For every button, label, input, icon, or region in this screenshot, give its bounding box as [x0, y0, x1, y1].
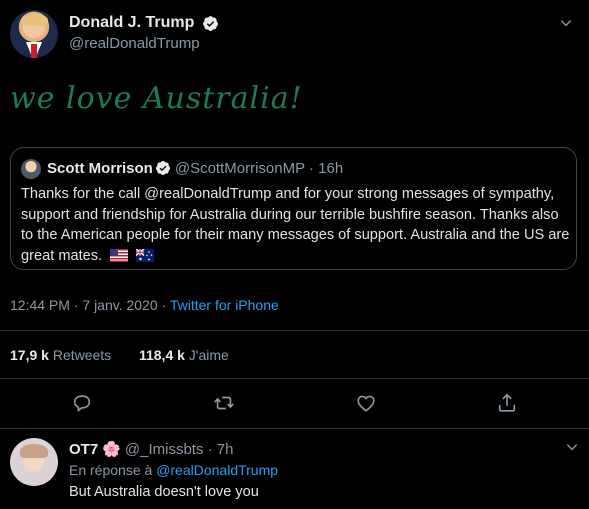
reply-author-avatar[interactable] [10, 438, 58, 486]
tweet-meta: 12:44 PM · 7 janv. 2020 · Twitter for iP… [10, 297, 279, 313]
verified-badge-icon [202, 15, 218, 31]
author-name[interactable]: Donald J. Trump [69, 14, 194, 32]
like-icon[interactable] [355, 392, 377, 414]
verified-badge-icon [155, 161, 170, 175]
quoted-header: Scott Morrison @ScottMorrisonMP · 16h [47, 159, 343, 179]
separator: · [161, 297, 167, 313]
action-bar [0, 392, 589, 416]
separator: · [207, 441, 213, 458]
tweet-date[interactable]: 7 janv. 2020 [82, 297, 157, 313]
separator: · [309, 160, 314, 177]
chevron-down-icon[interactable] [559, 16, 573, 30]
replying-prefix: En réponse à [69, 462, 153, 478]
quoted-author-avatar [21, 159, 41, 179]
likes-label: J'aime [188, 347, 229, 363]
reply-icon[interactable] [71, 392, 93, 414]
quoted-tweet[interactable]: Scott Morrison @ScottMorrisonMP · 16h Th… [10, 147, 577, 270]
likes-count: 118,4 k [138, 347, 185, 363]
divider [0, 330, 589, 331]
reply-timestamp[interactable]: 7h [217, 441, 234, 458]
quoted-author-handle: @ScottMorrisonMP [174, 160, 305, 177]
replying-mention-link[interactable]: @realDonaldTrump [156, 462, 278, 478]
tweet-time[interactable]: 12:44 PM [10, 297, 70, 313]
replying-to: En réponse à @realDonaldTrump [69, 462, 278, 478]
share-icon[interactable] [496, 392, 518, 414]
tweet-text: we love Australia! [10, 81, 303, 116]
separator: · [73, 297, 79, 313]
retweets-stat[interactable]: 17,9 k Retweets [10, 347, 115, 363]
reply-tweet[interactable]: OT7 🌸 @_Imissbts · 7h En réponse à @realDo… [0, 432, 589, 509]
author-avatar[interactable] [10, 10, 58, 58]
au-flag-icon [136, 248, 155, 262]
flower-emoji: 🌸 [102, 441, 121, 458]
tweet-source-link[interactable]: Twitter for iPhone [170, 297, 279, 313]
quoted-text: Thanks for the call @realDonaldTrump and… [21, 184, 571, 266]
retweets-count: 17,9 k [10, 347, 49, 363]
likes-stat[interactable]: 118,4 k J'aime [139, 347, 229, 363]
reply-header: OT7 🌸 @_Imissbts · 7h [69, 440, 233, 458]
chevron-down-icon[interactable] [565, 440, 579, 454]
quoted-timestamp: 16h [318, 160, 344, 177]
author-block: Donald J. Trump @realDonaldTrump [69, 14, 219, 52]
reply-author-name[interactable]: OT7 [69, 441, 98, 458]
retweets-label: Retweets [52, 347, 112, 363]
divider [0, 378, 589, 379]
tweet-header: Donald J. Trump @realDonaldTrump [10, 10, 579, 58]
reply-text: But Australia doesn't love you [69, 484, 259, 500]
retweet-icon[interactable] [213, 392, 235, 414]
reply-author-handle[interactable]: @_Imissbts [125, 441, 204, 458]
author-handle[interactable]: @realDonaldTrump [69, 35, 219, 52]
us-flag-icon [110, 248, 129, 262]
divider [0, 428, 589, 429]
quoted-text-body: Thanks for the call @realDonaldTrump and… [21, 186, 570, 264]
tweet-text-handwritten: we love Australia! [10, 81, 303, 116]
quoted-author-name: Scott Morrison [47, 160, 153, 177]
tweet-stats: 17,9 k Retweets 118,4 k J'aime [10, 347, 229, 363]
